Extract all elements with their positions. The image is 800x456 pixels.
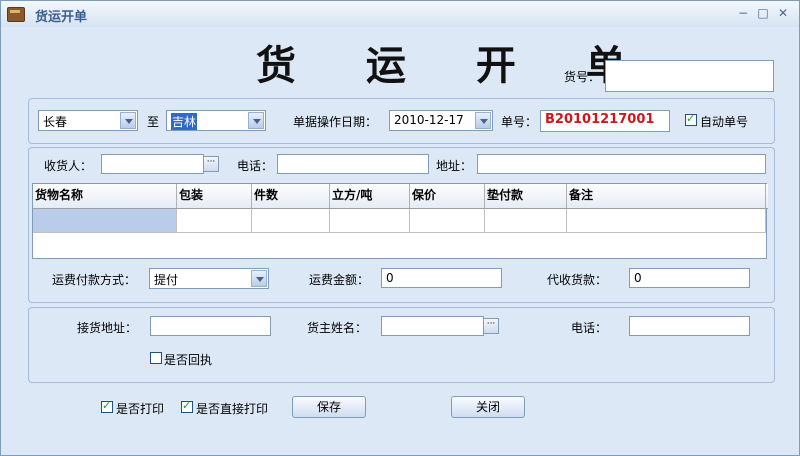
pickup-address-input[interactable]	[150, 316, 271, 336]
direct-print-checkbox[interactable]	[181, 399, 193, 413]
table-header: 货物名称 包装 件数 立方/吨 保价 垫付款 备注	[33, 184, 768, 209]
save-button[interactable]: 保存	[292, 396, 366, 418]
minimize-icon[interactable]: −	[735, 6, 751, 20]
chevron-down-icon[interactable]	[475, 112, 491, 129]
cargo-no-label: 货号：	[564, 70, 601, 84]
truck-icon	[7, 7, 25, 22]
to-city-value: 吉林	[171, 113, 198, 130]
owner-name-input[interactable]	[381, 316, 484, 336]
chevron-down-icon[interactable]	[251, 270, 267, 287]
column-header[interactable]: 备注	[567, 184, 766, 208]
auto-no-checkbox[interactable]	[685, 112, 697, 126]
print-checkbox[interactable]	[101, 399, 113, 413]
cod-input[interactable]: 0	[629, 268, 750, 288]
column-header[interactable]: 货物名称	[33, 184, 177, 208]
close-icon[interactable]: ✕	[775, 6, 791, 20]
consignee-address-label: 地址：	[436, 159, 473, 173]
order-no-label: 单号：	[501, 115, 538, 129]
auto-no-label: 自动单号	[700, 115, 749, 129]
date-label: 单据操作日期：	[293, 115, 378, 129]
cargo-no-input[interactable]	[605, 60, 774, 92]
table-cell[interactable]	[33, 209, 177, 233]
consignee-lookup-button[interactable]: ···	[203, 156, 219, 172]
freight-amount-input[interactable]: 0	[381, 268, 502, 288]
freight-amount-label: 运费金额：	[309, 273, 370, 287]
from-city-value: 长春	[43, 115, 68, 129]
date-picker[interactable]: 2010-12-17	[389, 110, 493, 131]
main-window: 货运开单 − □ ✕ 货 运 开 单 货号： 长春 至 吉林 单据操作日期： 2…	[0, 0, 800, 456]
table-cell[interactable]	[485, 209, 567, 233]
goods-table[interactable]: 货物名称 包装 件数 立方/吨 保价 垫付款 备注	[32, 183, 768, 259]
direct-print-label: 是否直接打印	[196, 402, 269, 416]
table-cell[interactable]	[177, 209, 252, 233]
pickup-phone-input[interactable]	[629, 316, 750, 336]
payment-method-select[interactable]: 提付	[149, 268, 269, 289]
consignee-address-input[interactable]	[477, 154, 766, 174]
maximize-icon[interactable]: □	[755, 6, 771, 20]
consignee-input[interactable]	[101, 154, 204, 174]
column-header[interactable]: 包装	[177, 184, 252, 208]
to-city-select[interactable]: 吉林	[166, 110, 266, 131]
payment-method-label: 运费付款方式：	[52, 273, 137, 287]
pickup-phone-label: 电话：	[571, 321, 608, 335]
title-bar: 货运开单 − □ ✕	[1, 1, 799, 27]
column-header[interactable]: 保价	[410, 184, 485, 208]
owner-lookup-button[interactable]: ···	[483, 318, 499, 334]
table-cell[interactable]	[252, 209, 330, 233]
receipt-checkbox[interactable]	[150, 352, 162, 364]
pickup-address-label: 接货地址：	[77, 321, 138, 335]
chevron-down-icon[interactable]	[248, 112, 264, 129]
table-cell[interactable]	[330, 209, 410, 233]
close-button[interactable]: 关闭	[451, 396, 525, 418]
table-cell[interactable]	[567, 209, 766, 233]
consignee-phone-label: 电话：	[237, 159, 274, 173]
cod-label: 代收货款：	[547, 273, 608, 287]
date-value: 2010-12-17	[394, 113, 464, 127]
receipt-label: 是否回执	[164, 353, 213, 367]
from-city-select[interactable]: 长春	[38, 110, 138, 131]
owner-name-label: 货主姓名：	[307, 321, 368, 335]
consignee-label: 收货人：	[44, 159, 93, 173]
column-header[interactable]: 垫付款	[485, 184, 567, 208]
to-label: 至	[147, 115, 160, 129]
order-no-input[interactable]: B20101217001	[540, 110, 670, 132]
consignee-phone-input[interactable]	[277, 154, 429, 174]
window-title: 货运开单	[35, 10, 88, 25]
chevron-down-icon[interactable]	[120, 112, 136, 129]
column-header[interactable]: 件数	[252, 184, 330, 208]
column-header[interactable]: 立方/吨	[330, 184, 410, 208]
payment-method-value: 提付	[154, 273, 179, 287]
print-label: 是否打印	[116, 402, 165, 416]
table-cell[interactable]	[410, 209, 485, 233]
